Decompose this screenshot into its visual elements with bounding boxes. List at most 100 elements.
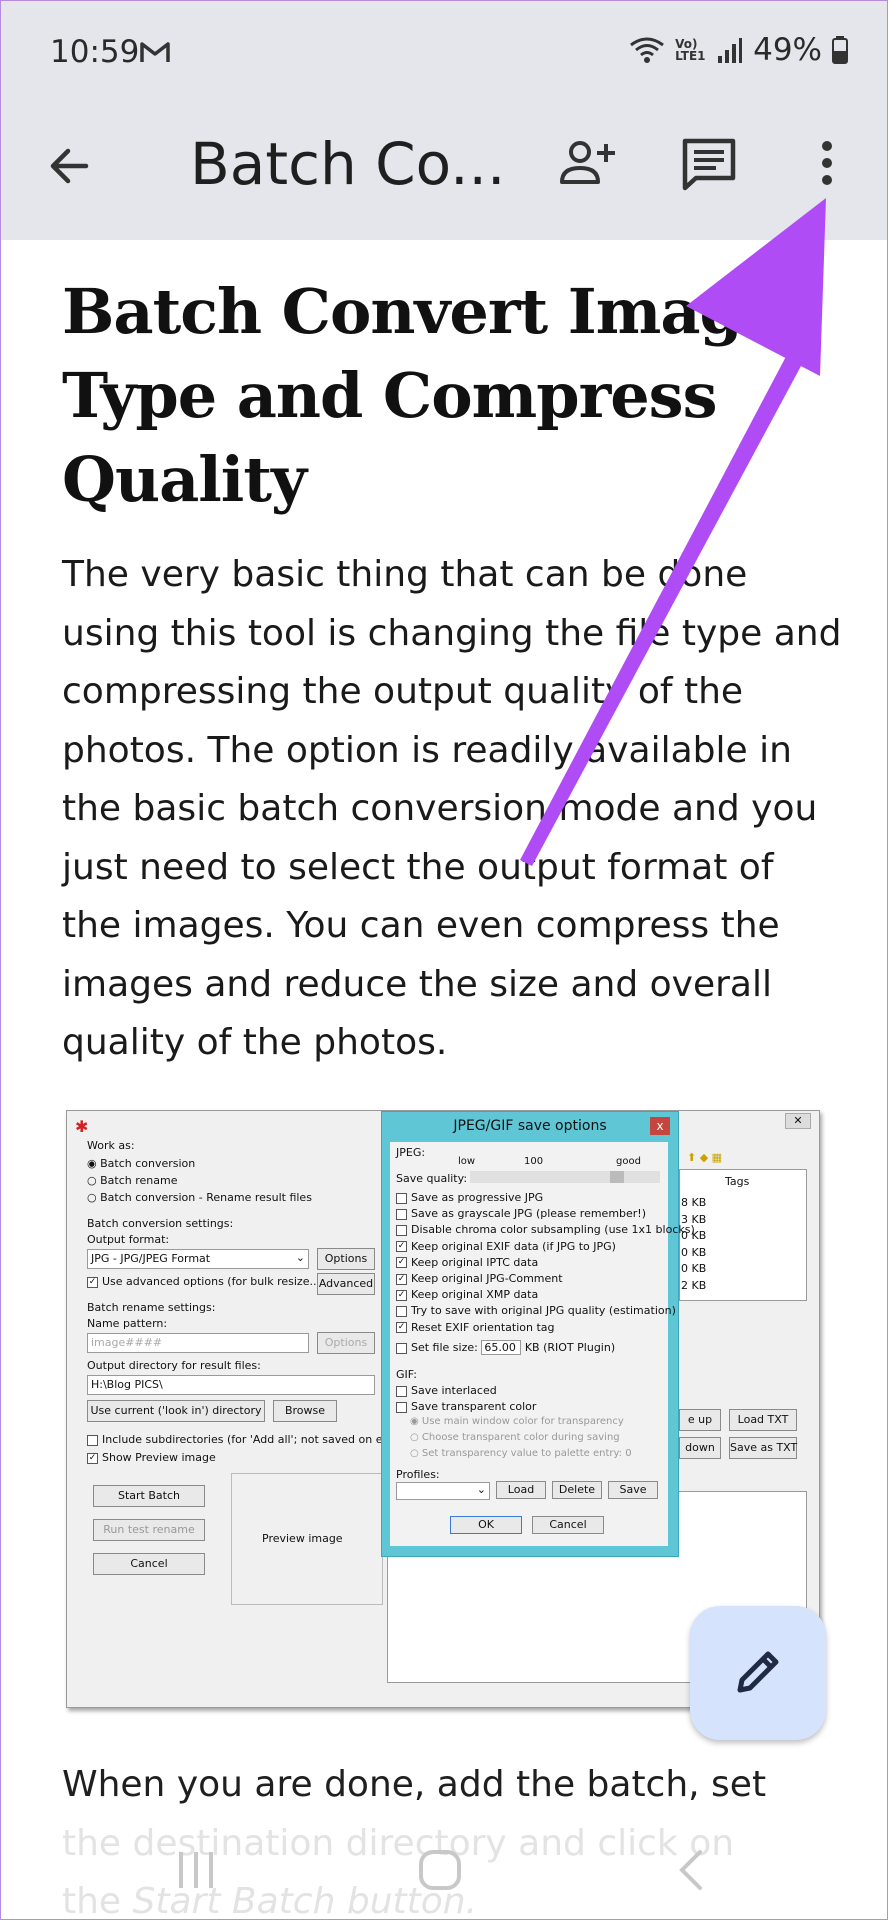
checked-icon: ✓ [396,1241,407,1253]
dialog-option-label: Save as progressive JPG [411,1191,544,1204]
radio-batch-conversion: ◉ Batch conversion [87,1157,196,1170]
checked-icon: ✓ [396,1289,407,1301]
options-button-2: Options [317,1332,375,1354]
dialog-option-checkbox: Disable chroma color subsampling (use 1x… [396,1222,695,1238]
save-transparent-checkbox: Save transparent color [396,1400,536,1413]
dialog-option-checkbox: Try to save with original JPG quality (e… [396,1303,695,1319]
gif-label: GIF: [396,1368,417,1381]
toolbar-icons: ⬆ ◆ ▦ [687,1151,723,1164]
dialog-option-checkbox: ✓ Keep original XMP data [396,1287,695,1303]
name-pattern-label: Name pattern: [87,1317,168,1330]
tags-header: Tags [725,1175,750,1188]
wifi-icon [630,37,664,63]
dialog-save-button: Save [608,1481,658,1499]
jpeg-label: JPEG: [396,1146,426,1159]
home-icon[interactable] [418,1848,462,1892]
comment-icon[interactable] [680,136,738,194]
dialog-load-button: Load [496,1481,546,1499]
unchecked-icon [396,1224,407,1236]
advanced-button: Advanced [317,1273,375,1295]
quality-good-label: good [616,1156,641,1167]
set-transparency-radio: ○ Set transparency value to palette entr… [410,1448,632,1459]
options-button: Options [317,1248,375,1270]
save-quality-label: Save quality: [396,1172,468,1185]
dialog-option-label: Reset EXIF orientation tag [411,1320,555,1334]
name-pattern-field: image#### [87,1333,309,1353]
network-label: Vo) LTE1 [675,37,706,63]
profiles-label: Profiles: [396,1468,440,1481]
output-format-select: JPG - JPG/JPEG Format ⌄ [87,1249,309,1269]
status-bar: 10:59 Vo) LTE1 49% [0,0,888,108]
article-body: Batch Convert Image Type and Compress Qu… [62,270,842,1073]
start-batch-button: Start Batch [93,1485,205,1507]
system-icons: Vo) LTE1 49% [629,32,848,68]
edit-fab-button[interactable] [690,1606,826,1740]
quality-slider [470,1171,660,1183]
battery-icon [832,36,848,64]
jpeg-options-dialog: JPEG/GIF save options x JPEG: low 100 go… [381,1111,695,1557]
continued-line-1: When you are done, add the batch, set [62,1764,767,1805]
recents-icon[interactable] [176,1848,216,1892]
dialog-option-label: Disable chroma color subsampling (use 1x… [411,1223,695,1237]
article-paragraph: The very basic thing that can be done us… [62,554,842,1063]
back-nav-icon[interactable] [676,1848,706,1892]
dialog-option-label: Keep original JPG-Comment [411,1272,563,1286]
more-vert-icon[interactable] [812,138,842,188]
output-format-label: Output format: [87,1233,170,1246]
dialog-option-checkbox: ✓ Keep original IPTC data [396,1255,695,1271]
unchecked-icon [396,1305,407,1317]
dialog-ok-button: OK [450,1516,522,1534]
dialog-option-checkbox: ✓ Reset EXIF orientation tag [396,1320,695,1336]
browse-button: Browse [273,1400,337,1422]
unchecked-icon [396,1208,407,1220]
dialog-option-checkbox: ✓ Keep original EXIF data (if JPG to JPG) [396,1239,695,1255]
profiles-select: ⌄ [396,1482,490,1500]
add-person-icon[interactable] [558,138,618,188]
gmail-icon [140,42,170,62]
battery-percent: 49% [753,32,822,68]
rename-settings-label: Batch rename settings: [87,1301,216,1314]
cancel-button: Cancel [93,1553,205,1575]
document-title: Batch Co... [190,130,506,198]
dialog-option-checkbox: ✓ Keep original JPG-Comment [396,1271,695,1287]
advanced-checkbox: ✓ Use advanced options (for bulk resize..… [87,1275,325,1288]
system-nav-bar [0,1820,888,1920]
window-close-icon: ✕ [785,1113,811,1129]
show-preview-checkbox: ✓ Show Preview image [87,1451,216,1464]
set-file-size-row: Set file size: 65.00 KB (RIOT Plugin) [396,1340,615,1355]
checked-icon: ✓ [396,1273,407,1285]
output-dir-label: Output directory for result files: [87,1359,261,1372]
back-arrow-icon[interactable] [46,142,94,190]
choose-transparent-radio: ○ Choose transparent color during saving [410,1432,620,1443]
use-current-button: Use current ('look in') directory [87,1400,265,1422]
save-txt-button: Save as TXT [729,1437,797,1459]
output-dir-field: H:\Blog PICS\ [87,1375,375,1395]
dialog-cancel-button: Cancel [532,1516,604,1534]
edit-pencil-icon [737,1651,779,1693]
dialog-option-label: Keep original XMP data [411,1288,539,1302]
app-bar: Batch Co... [0,108,888,240]
dialog-option-label: Try to save with original JPG quality (e… [411,1304,676,1318]
conv-settings-label: Batch conversion settings: [87,1217,234,1230]
preview-area: Preview image [231,1473,383,1605]
dialog-option-label: Keep original EXIF data (if JPG to JPG) [411,1239,616,1253]
use-main-window-radio: ◉ Use main window color for transparency [410,1416,624,1427]
dialog-body: JPEG: low 100 good Save quality: Save as… [390,1142,695,1546]
radio-batch-rename: ○ Batch rename [87,1174,178,1187]
article-heading: Batch Convert Image Type and Compress Qu… [62,275,781,516]
dialog-option-checkbox: Save as progressive JPG [396,1190,695,1206]
checked-icon: ✓ [396,1322,407,1334]
dialog-option-label: Save as grayscale JPG (please remember!) [411,1207,647,1221]
include-subdirs-checkbox: Include subdirectories (for 'Add all'; n… [87,1433,400,1446]
run-test-button: Run test rename [93,1519,205,1541]
app-logo-icon: ✱ [75,1117,89,1136]
dialog-option-checkbox: Save as grayscale JPG (please remember!) [396,1206,695,1222]
move-up-button: e up [679,1409,721,1431]
work-as-label: Work as: [87,1139,135,1152]
radio-batch-both: ○ Batch conversion - Rename result files [87,1191,312,1204]
status-time: 10:59 [50,34,140,70]
dialog-option-label: Keep original IPTC data [411,1255,539,1269]
save-interlaced-checkbox: Save interlaced [396,1384,497,1397]
move-down-button: down [679,1437,721,1459]
load-txt-button: Load TXT [729,1409,797,1431]
